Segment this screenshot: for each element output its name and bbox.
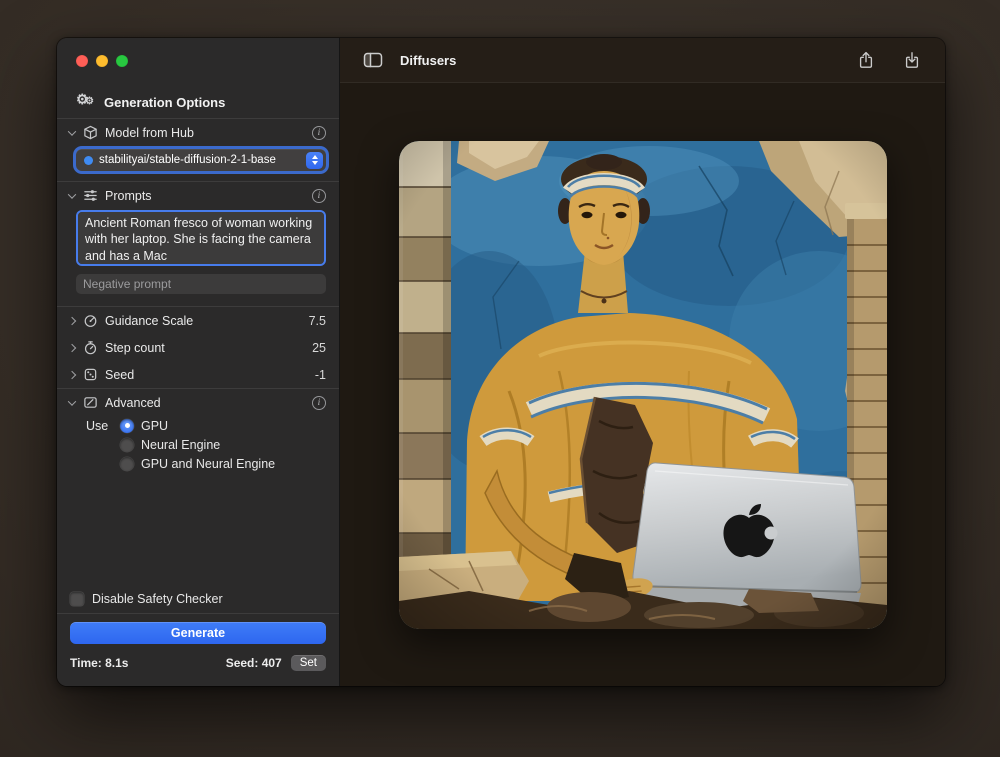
canvas-area [340, 83, 945, 686]
use-label: Use [86, 419, 113, 433]
compute-option-row: Use GPU [57, 416, 339, 435]
model-select[interactable]: stabilityai/stable-diffusion-2-1-base [76, 149, 326, 171]
radio-gpu-and-neural-engine[interactable] [120, 457, 134, 471]
generate-button[interactable]: Generate [70, 622, 326, 644]
gears-icon: ⚙ ⚙ [76, 94, 96, 110]
popup-chevrons-icon [306, 152, 323, 169]
seed-value: -1 [315, 368, 326, 382]
chevron-down-icon [68, 397, 76, 405]
chevron-down-icon [68, 190, 76, 198]
stopwatch-icon [82, 340, 98, 356]
generated-image [399, 141, 887, 629]
guidance-scale-row[interactable]: Guidance Scale 7.5 [57, 307, 339, 334]
guidance-scale-value: 7.5 [309, 314, 326, 328]
negative-prompt-input[interactable] [76, 274, 326, 294]
disable-safety-checkbox[interactable] [70, 592, 84, 606]
disable-safety-label: Disable Safety Checker [92, 592, 223, 606]
guidance-scale-label: Guidance Scale [105, 314, 193, 328]
sidebar: ⚙ ⚙ Generation Options Model from Hub i … [57, 38, 340, 686]
generation-options-label: Generation Options [104, 95, 225, 110]
seed-label: Seed [105, 368, 134, 382]
compute-option-row: Neural Engine [57, 435, 339, 454]
titlebar-actions [855, 50, 923, 70]
info-icon[interactable]: i [312, 396, 326, 410]
divider [57, 613, 339, 614]
close-window-button[interactable] [76, 55, 88, 67]
step-count-value: 25 [312, 341, 326, 355]
radio-neural-engine[interactable] [120, 438, 134, 452]
desktop: { "colors": { "accent_blue": "#3b76f3", … [0, 0, 1000, 757]
main-pane: Diffusers [340, 38, 945, 686]
chevron-right-icon [68, 370, 76, 378]
advanced-row[interactable]: Advanced i [57, 389, 339, 416]
sidebar-spacer [57, 473, 339, 585]
radio-gpu-and-neural-engine-label: GPU and Neural Engine [141, 457, 275, 471]
dice-icon [82, 367, 98, 383]
traffic-lights [57, 38, 339, 67]
radio-gpu[interactable] [120, 419, 134, 433]
zoom-window-button[interactable] [116, 55, 128, 67]
model-cube-icon [82, 125, 98, 141]
status-bar: Time: 8.1s Seed: 407 Set [57, 653, 339, 686]
time-status: Time: 8.1s [70, 656, 128, 670]
set-seed-button[interactable]: Set [291, 655, 326, 671]
radio-neural-engine-label: Neural Engine [141, 438, 220, 452]
seed-status: Seed: 407 [226, 656, 282, 670]
fresco-illustration [399, 141, 887, 629]
prompts-label: Prompts [105, 189, 152, 203]
model-from-hub-row[interactable]: Model from Hub i [57, 119, 339, 146]
share-icon[interactable] [855, 50, 877, 70]
prompts-row[interactable]: Prompts i [57, 182, 339, 209]
advanced-icon [82, 395, 98, 411]
chevron-right-icon [68, 316, 76, 324]
model-select-value: stabilityai/stable-diffusion-2-1-base [99, 154, 276, 166]
info-icon[interactable]: i [312, 126, 326, 140]
info-icon[interactable]: i [312, 189, 326, 203]
window-title: Diffusers [400, 53, 456, 68]
seed-row[interactable]: Seed -1 [57, 361, 339, 388]
radio-gpu-label: GPU [141, 419, 168, 433]
chevron-right-icon [68, 343, 76, 351]
prompt-input[interactable]: Ancient Roman fresco of woman working wi… [76, 210, 326, 266]
titlebar: Diffusers [340, 38, 945, 83]
advanced-label: Advanced [105, 396, 161, 410]
step-count-label: Step count [105, 341, 165, 355]
model-from-hub-label: Model from Hub [105, 126, 194, 140]
app-window: ⚙ ⚙ Generation Options Model from Hub i … [57, 38, 945, 686]
prompts-sliders-icon [82, 188, 98, 204]
model-status-dot [84, 156, 93, 165]
safety-checker-row: Disable Safety Checker [57, 585, 339, 613]
minimize-window-button[interactable] [96, 55, 108, 67]
step-count-row[interactable]: Step count 25 [57, 334, 339, 361]
generation-options-header: ⚙ ⚙ Generation Options [57, 67, 339, 118]
chevron-down-icon [68, 127, 76, 135]
download-icon[interactable] [901, 50, 923, 70]
sidebar-toggle-icon[interactable] [362, 50, 384, 70]
compute-option-row: GPU and Neural Engine [57, 454, 339, 473]
gauge-icon [82, 313, 98, 329]
